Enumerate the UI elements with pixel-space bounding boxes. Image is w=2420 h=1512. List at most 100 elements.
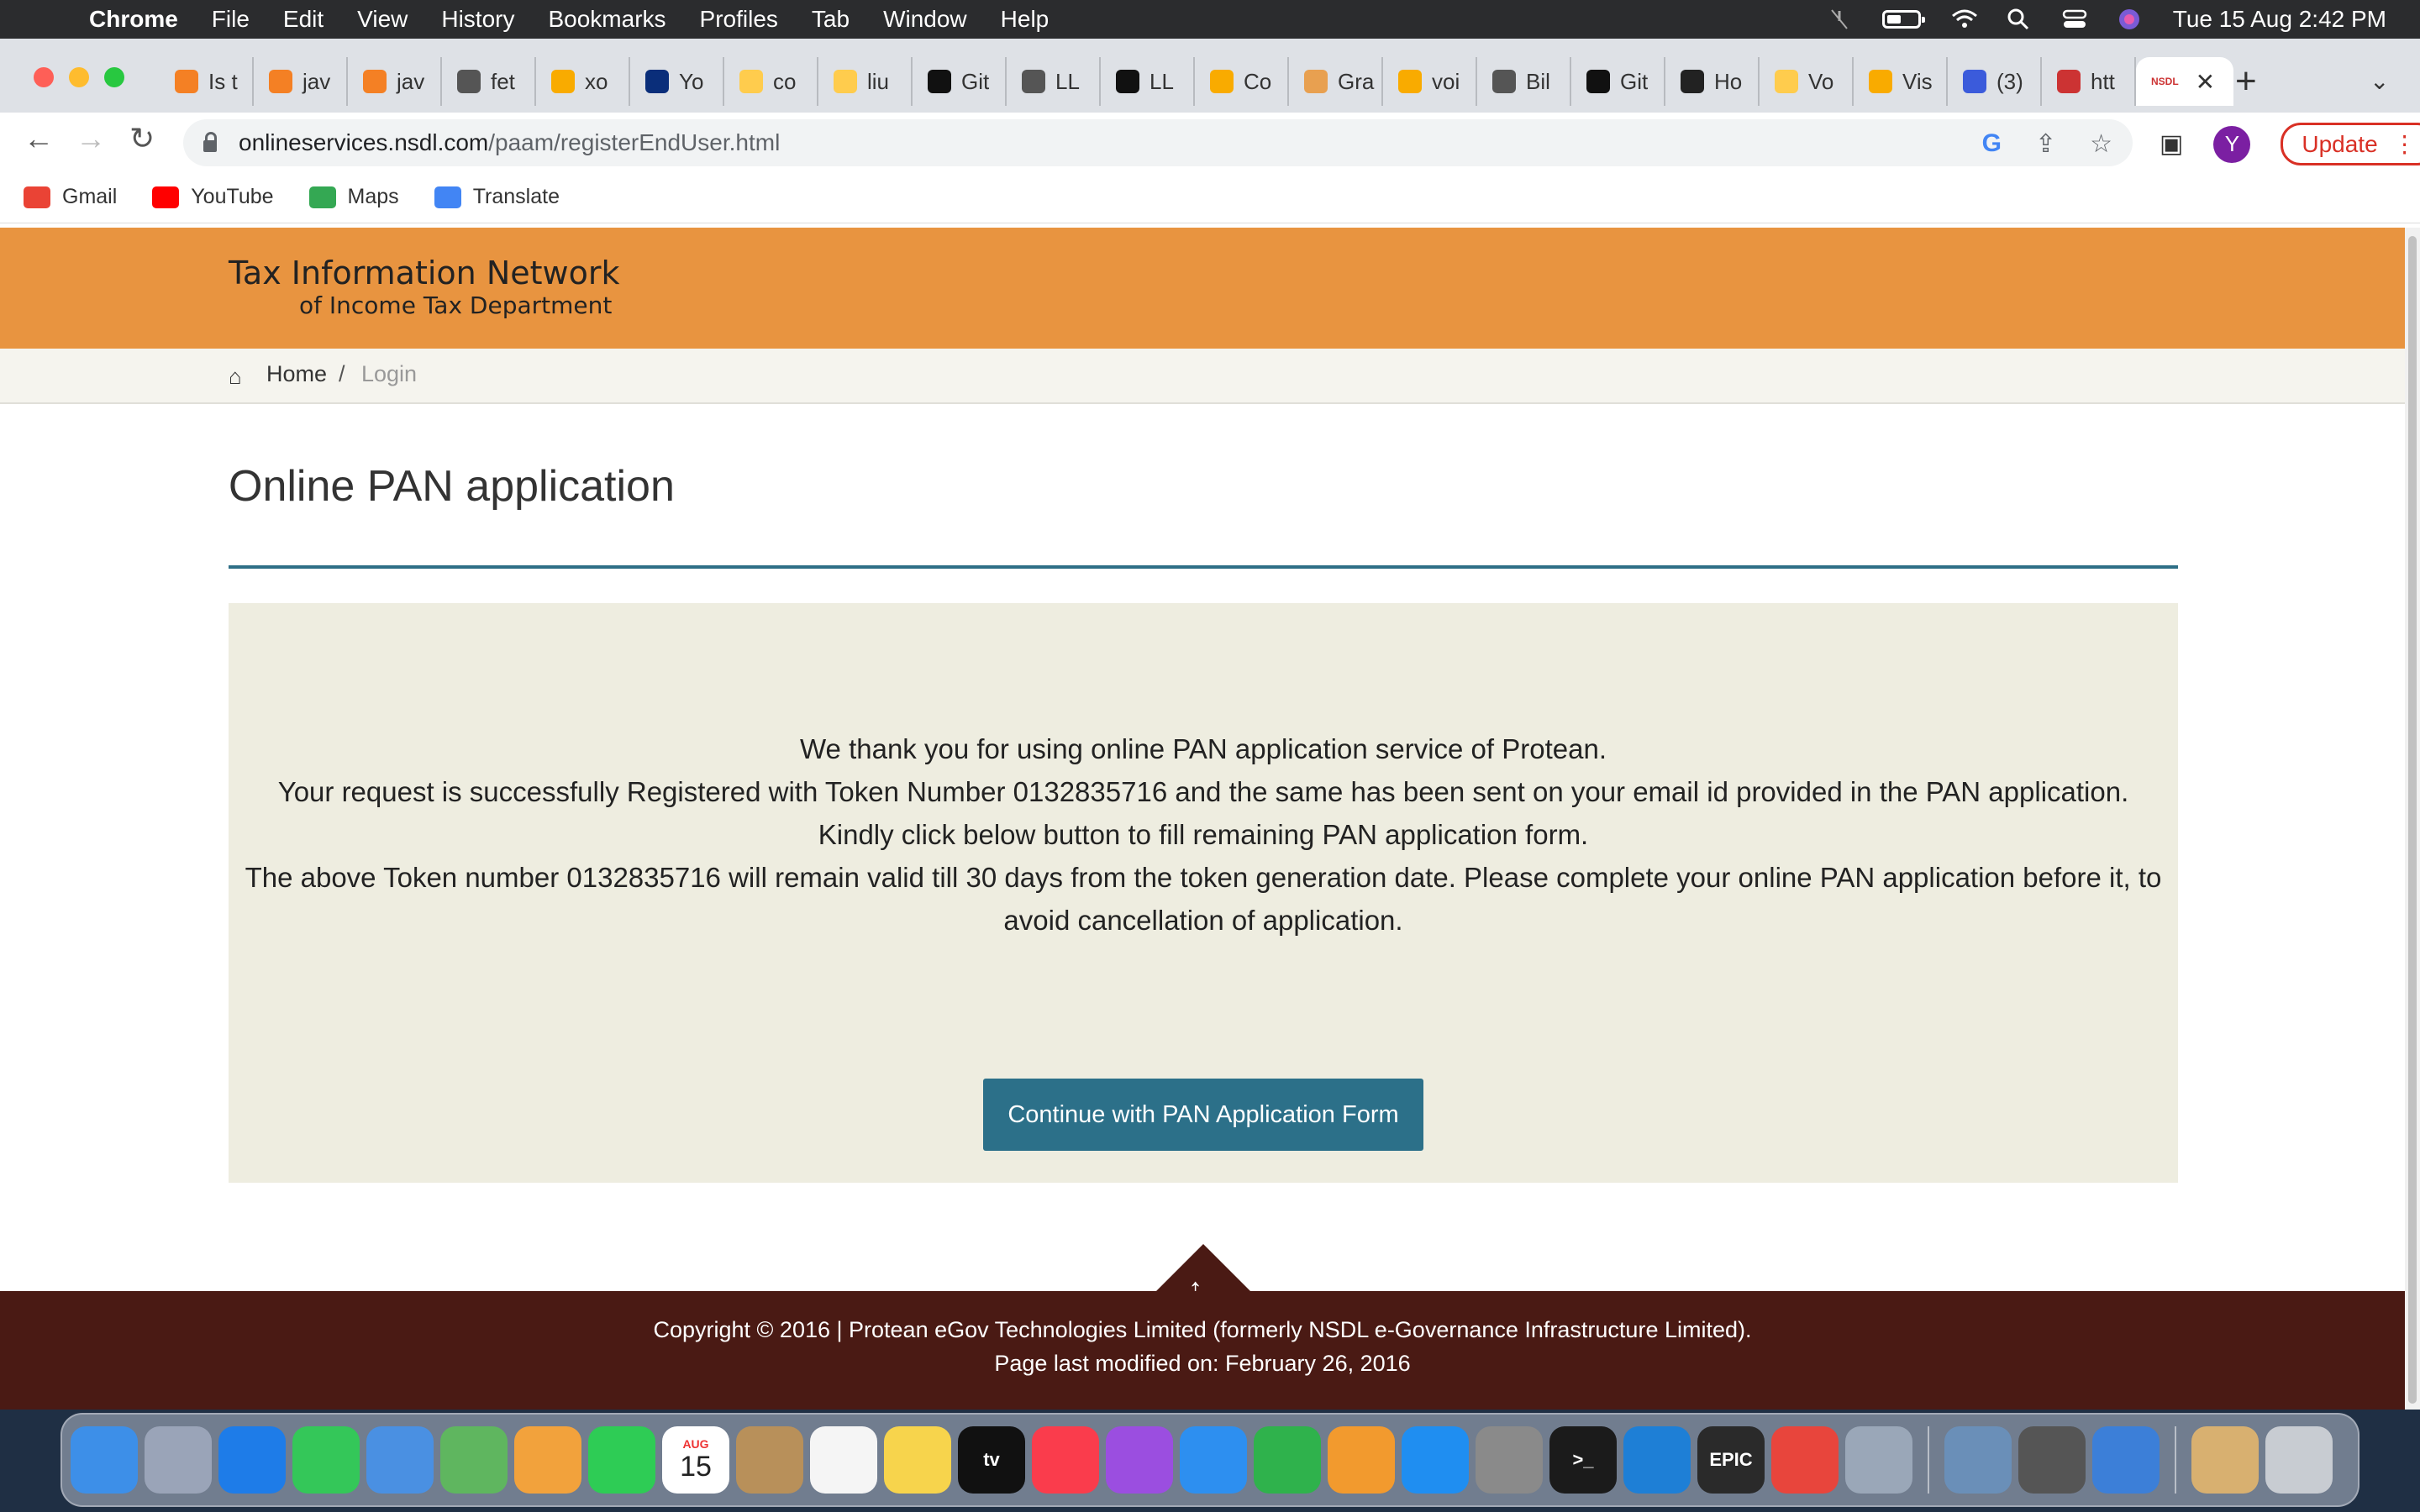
- menu-window[interactable]: Window: [883, 6, 967, 33]
- calendar-icon[interactable]: AUG 15: [662, 1426, 729, 1494]
- new-tab-plus-icon[interactable]: +: [2235, 60, 2257, 102]
- menu-edit[interactable]: Edit: [283, 6, 324, 33]
- bookmark-translate[interactable]: Translate: [434, 185, 560, 209]
- chrome-icon[interactable]: [1771, 1426, 1839, 1494]
- bookmark-gmail[interactable]: Gmail: [24, 185, 117, 209]
- mic-muted-icon[interactable]: [1827, 8, 1852, 31]
- browser-tab[interactable]: fet: [442, 57, 536, 106]
- update-button[interactable]: Update ⋮: [2281, 123, 2420, 165]
- reminders-icon[interactable]: [810, 1426, 877, 1494]
- photos-icon[interactable]: [514, 1426, 581, 1494]
- menu-help[interactable]: Help: [1001, 6, 1050, 33]
- browser-tab[interactable]: xo: [536, 57, 630, 106]
- messages-icon[interactable]: [292, 1426, 360, 1494]
- spotlight-search-icon[interactable]: [2007, 8, 2032, 31]
- menu-profiles[interactable]: Profiles: [700, 6, 778, 33]
- browser-tab[interactable]: Vis: [1854, 57, 1948, 106]
- browser-tab[interactable]: voi: [1383, 57, 1477, 106]
- menu-file[interactable]: File: [212, 6, 250, 33]
- browser-tab[interactable]: jav: [348, 57, 442, 106]
- share-icon[interactable]: ⇪: [2035, 129, 2056, 159]
- notes-icon[interactable]: [884, 1426, 951, 1494]
- zoom-window-button[interactable]: [104, 67, 124, 87]
- appstore-icon[interactable]: [1402, 1426, 1469, 1494]
- browser-tab[interactable]: liu: [818, 57, 913, 106]
- bookmark-maps[interactable]: Maps: [308, 185, 399, 209]
- safari-icon[interactable]: [218, 1426, 286, 1494]
- maps-icon[interactable]: [440, 1426, 508, 1494]
- side-panel-icon[interactable]: ▣: [2160, 129, 2183, 159]
- browser-tab[interactable]: (3): [1948, 57, 2042, 106]
- finder-icon[interactable]: [71, 1426, 138, 1494]
- menu-bookmarks[interactable]: Bookmarks: [548, 6, 666, 33]
- tab-title: Gra: [1338, 68, 1375, 94]
- epic-games-icon[interactable]: EPIC: [1697, 1426, 1765, 1494]
- site-logo-subtitle[interactable]: of Income Tax Department: [299, 291, 612, 319]
- system-preferences-icon[interactable]: [1476, 1426, 1543, 1494]
- bookmark-youtube[interactable]: YouTube: [152, 185, 274, 209]
- keynote-icon[interactable]: [1180, 1426, 1247, 1494]
- menu-view[interactable]: View: [357, 6, 408, 33]
- address-bar[interactable]: onlineservices.nsdl.com/paam/registerEnd…: [183, 119, 2133, 166]
- bookmark-star-icon[interactable]: ☆: [2090, 129, 2112, 159]
- menu-history[interactable]: History: [441, 6, 514, 33]
- home-icon[interactable]: ⌂: [229, 364, 242, 390]
- facetime-icon[interactable]: [588, 1426, 655, 1494]
- site-logo-title[interactable]: Tax Information Network: [229, 255, 619, 291]
- tab-search-chevron-icon[interactable]: ⌄: [2370, 67, 2389, 95]
- browser-tab[interactable]: jav: [254, 57, 348, 106]
- pages-icon[interactable]: [1328, 1426, 1395, 1494]
- music-icon[interactable]: [1032, 1426, 1099, 1494]
- page-scrollbar[interactable]: [2405, 228, 2420, 1410]
- lock-icon[interactable]: [203, 132, 217, 152]
- browser-tab[interactable]: Vo: [1760, 57, 1854, 106]
- terminal-icon[interactable]: >_: [1549, 1426, 1617, 1494]
- browser-tab[interactable]: Co: [1195, 57, 1289, 106]
- active-browser-tab[interactable]: NSDL ✕: [2136, 57, 2233, 106]
- mail-icon[interactable]: [366, 1426, 434, 1494]
- back-to-top-button[interactable]: [1155, 1244, 1252, 1293]
- close-tab-icon[interactable]: ✕: [2196, 68, 2215, 96]
- browser-tab[interactable]: Gra: [1289, 57, 1383, 106]
- trash-icon[interactable]: [2265, 1426, 2333, 1494]
- menu-tab[interactable]: Tab: [812, 6, 850, 33]
- browser-tab[interactable]: Git: [1571, 57, 1665, 106]
- wifi-icon[interactable]: [1951, 8, 1977, 31]
- appletv-icon[interactable]: tv: [958, 1426, 1025, 1494]
- podcasts-icon[interactable]: [1106, 1426, 1173, 1494]
- continue-pan-application-button[interactable]: Continue with PAN Application Form: [983, 1079, 1423, 1151]
- siri-icon[interactable]: [2118, 8, 2143, 31]
- launchpad-icon[interactable]: [145, 1426, 212, 1494]
- battery-icon[interactable]: [1881, 10, 1925, 29]
- numbers-icon[interactable]: [1254, 1426, 1321, 1494]
- url-text[interactable]: onlineservices.nsdl.com/paam/registerEnd…: [239, 129, 780, 156]
- contacts-icon[interactable]: [736, 1426, 803, 1494]
- browser-tab[interactable]: Yo: [630, 57, 724, 106]
- vscode-icon[interactable]: [1623, 1426, 1691, 1494]
- browser-tab[interactable]: LL: [1007, 57, 1101, 106]
- close-window-button[interactable]: [34, 67, 54, 87]
- preview-icon[interactable]: [1944, 1426, 2012, 1494]
- browser-tab[interactable]: Ho: [1665, 57, 1760, 106]
- minimize-window-button[interactable]: [69, 67, 89, 87]
- google-lens-icon[interactable]: G: [1982, 129, 2002, 159]
- profile-avatar[interactable]: Y: [2213, 125, 2251, 163]
- control-center-icon[interactable]: [2062, 8, 2087, 31]
- calculator-icon[interactable]: [2018, 1426, 2086, 1494]
- browser-tab[interactable]: co: [724, 57, 818, 106]
- menu-app-name[interactable]: Chrome: [89, 6, 178, 33]
- settings-gear-icon[interactable]: [1845, 1426, 1912, 1494]
- browser-tab[interactable]: htt: [2042, 57, 2136, 106]
- archive-icon[interactable]: [2191, 1426, 2259, 1494]
- browser-tab[interactable]: Git: [913, 57, 1007, 106]
- forward-arrow-icon[interactable]: →: [76, 121, 106, 156]
- back-arrow-icon[interactable]: ←: [24, 121, 54, 156]
- scrollbar-thumb[interactable]: [2408, 236, 2417, 1404]
- reload-icon[interactable]: ↻: [129, 121, 155, 156]
- browser-tab[interactable]: LL: [1101, 57, 1195, 106]
- xcode-icon[interactable]: [2092, 1426, 2160, 1494]
- browser-tab[interactable]: Bil: [1477, 57, 1571, 106]
- breadcrumb-home-link[interactable]: Home: [266, 361, 327, 387]
- menubar-clock[interactable]: Tue 15 Aug 2:42 PM: [2173, 6, 2386, 33]
- browser-tab[interactable]: Is t: [160, 57, 254, 106]
